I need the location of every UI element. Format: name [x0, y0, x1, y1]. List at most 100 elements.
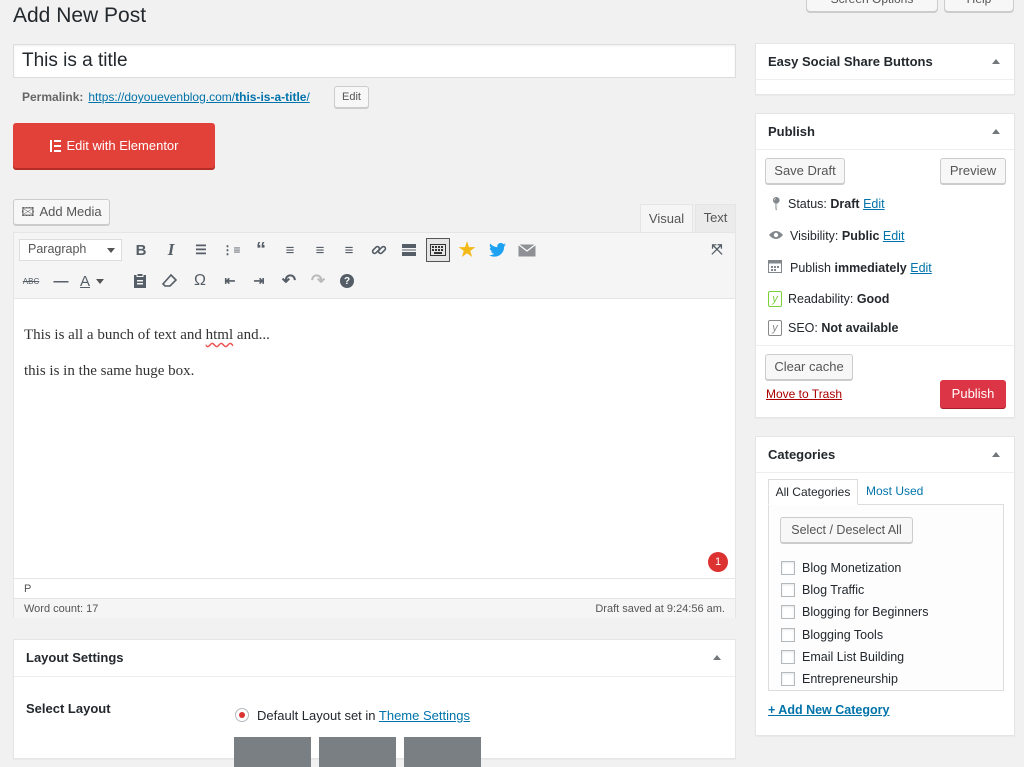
select-deselect-all-button[interactable]: Select / Deselect All [780, 517, 913, 543]
fullscreen-icon[interactable]: ⤧ [706, 238, 728, 260]
select-layout-label: Select Layout [26, 701, 111, 716]
save-draft-button[interactable]: Save Draft [765, 158, 845, 184]
category-checkbox[interactable] [781, 628, 795, 642]
format-select[interactable]: Paragraph [19, 239, 122, 261]
blockquote-icon[interactable]: “ [250, 239, 272, 261]
paste-text-icon[interactable] [129, 270, 151, 292]
easy-social-share-title[interactable]: Easy Social Share Buttons [756, 44, 1014, 80]
tab-visual[interactable]: Visual [640, 204, 693, 233]
draft-saved-status: Draft saved at 9:24:56 am. [595, 603, 725, 615]
chevron-down-icon [107, 248, 115, 253]
star-icon[interactable]: ★ [456, 239, 478, 261]
category-checkbox[interactable] [781, 605, 795, 619]
help-button[interactable]: Help [944, 0, 1014, 12]
add-new-category-link[interactable]: + Add New Category [768, 703, 889, 717]
special-character-icon[interactable]: Ω [189, 270, 211, 292]
permalink-edit-button[interactable]: Edit [334, 86, 369, 108]
yoast-good-icon: y [768, 291, 782, 307]
publish-title[interactable]: Publish [756, 114, 1014, 150]
categories-list: Select / Deselect All Blog Monetization … [768, 504, 1004, 691]
numbered-list-icon[interactable]: ⋮≡ [220, 239, 242, 261]
layout-option[interactable] [234, 737, 311, 767]
clear-formatting-icon[interactable] [159, 270, 181, 292]
page-title: Add New Post [13, 4, 147, 27]
category-label: Blog Traffic [802, 583, 865, 597]
bullet-list-icon[interactable]: ☰ [190, 239, 212, 261]
help-icon[interactable]: ? [336, 270, 358, 292]
tab-all-categories[interactable]: All Categories [768, 479, 858, 505]
categories-box: Categories All Categories Most Used Sele… [755, 436, 1015, 736]
email-icon[interactable] [516, 239, 538, 261]
tab-most-used[interactable]: Most Used [866, 484, 923, 498]
pin-icon: 📍︎ [768, 196, 785, 211]
category-label: Blogging Tools [802, 628, 884, 642]
italic-icon[interactable]: I [160, 239, 182, 261]
elementor-label: Edit with Elementor [66, 138, 179, 153]
screen-options-button[interactable]: Screen Options [806, 0, 938, 12]
theme-settings-link[interactable]: Theme Settings [379, 708, 470, 723]
toolbar-toggle-icon[interactable] [426, 238, 450, 262]
publish-time-edit-link[interactable]: Edit [910, 261, 932, 275]
collapse-arrow-icon[interactable] [992, 129, 1000, 134]
notification-badge[interactable]: 1 [708, 552, 728, 572]
tab-text[interactable]: Text [695, 204, 736, 232]
permalink-link[interactable]: https://doyouevenblog.com/this-is-a-titl… [88, 90, 309, 104]
element-path: P [14, 578, 735, 598]
visibility-row: Visibility: Public Edit [768, 228, 904, 243]
status-edit-link[interactable]: Edit [863, 197, 885, 211]
default-layout-radio[interactable] [235, 708, 249, 722]
easy-social-share-box: Easy Social Share Buttons [755, 43, 1015, 95]
collapse-arrow-icon[interactable] [992, 452, 1000, 457]
editor-content[interactable]: This is all a bunch of text and html and… [24, 327, 724, 380]
category-label: Email List Building [802, 650, 905, 664]
horizontal-line-icon[interactable]: — [50, 270, 72, 292]
text-color-icon[interactable]: A [80, 270, 120, 292]
layout-option[interactable] [319, 737, 396, 767]
link-icon[interactable] [368, 239, 390, 261]
category-checkbox[interactable] [781, 561, 795, 575]
align-center-icon[interactable]: ≡ [309, 239, 331, 261]
publish-button[interactable]: Publish [940, 380, 1006, 408]
move-to-trash-link[interactable]: Move to Trash [766, 387, 842, 401]
outdent-icon[interactable]: ⇤ [219, 270, 241, 292]
visibility-edit-link[interactable]: Edit [883, 229, 905, 243]
permalink-row: Permalink: https://doyouevenblog.com/thi… [22, 90, 310, 104]
clear-cache-button[interactable]: Clear cache [765, 354, 853, 380]
readability-row: y Readability: Good [768, 291, 889, 307]
category-checkbox[interactable] [781, 583, 795, 597]
status-row: 📍︎ Status: Draft Edit [768, 196, 885, 211]
layout-option[interactable] [404, 737, 481, 767]
layout-settings-title[interactable]: Layout Settings [14, 640, 735, 677]
bold-icon[interactable]: B [130, 239, 152, 261]
category-checkbox[interactable] [781, 672, 795, 686]
add-media-label: Add Media [39, 204, 102, 219]
align-right-icon[interactable]: ≡ [338, 239, 360, 261]
twitter-icon[interactable] [486, 239, 508, 261]
category-label: Blog Monetization [802, 561, 902, 575]
media-icon: 🖾 [21, 205, 35, 219]
read-more-icon[interactable] [398, 239, 420, 261]
spellcheck-word: html [205, 327, 234, 343]
category-checkbox[interactable] [781, 650, 795, 664]
undo-icon[interactable]: ↶ [278, 270, 300, 292]
collapse-arrow-icon[interactable] [992, 59, 1000, 64]
indent-icon[interactable]: ⇥ [248, 270, 270, 292]
editor-footer: Word count: 17 Draft saved at 9:24:56 am… [14, 598, 735, 618]
category-label: Entrepreneurship [802, 672, 898, 686]
publish-box: Publish Save Draft Preview 📍︎ Status: Dr… [755, 113, 1015, 418]
redo-icon[interactable]: ↷ [307, 270, 329, 292]
layout-settings-box: Layout Settings Select Layout Default La… [13, 639, 736, 767]
collapse-arrow-icon[interactable] [713, 655, 721, 660]
default-layout-text: Default Layout set in Theme Settings [257, 708, 470, 723]
elementor-icon [49, 139, 61, 152]
preview-button[interactable]: Preview [940, 158, 1006, 184]
strikethrough-icon[interactable]: ABC [20, 270, 42, 292]
align-left-icon[interactable]: ≡ [279, 239, 301, 261]
calendar-icon [768, 259, 784, 276]
category-label: Blogging for Beginners [802, 605, 929, 619]
categories-title[interactable]: Categories [756, 437, 1014, 473]
edit-with-elementor-button[interactable]: Edit with Elementor [13, 123, 215, 168]
post-title-input[interactable] [13, 44, 736, 78]
word-count: Word count: 17 [24, 603, 99, 615]
add-media-button[interactable]: 🖾 Add Media [13, 199, 110, 225]
